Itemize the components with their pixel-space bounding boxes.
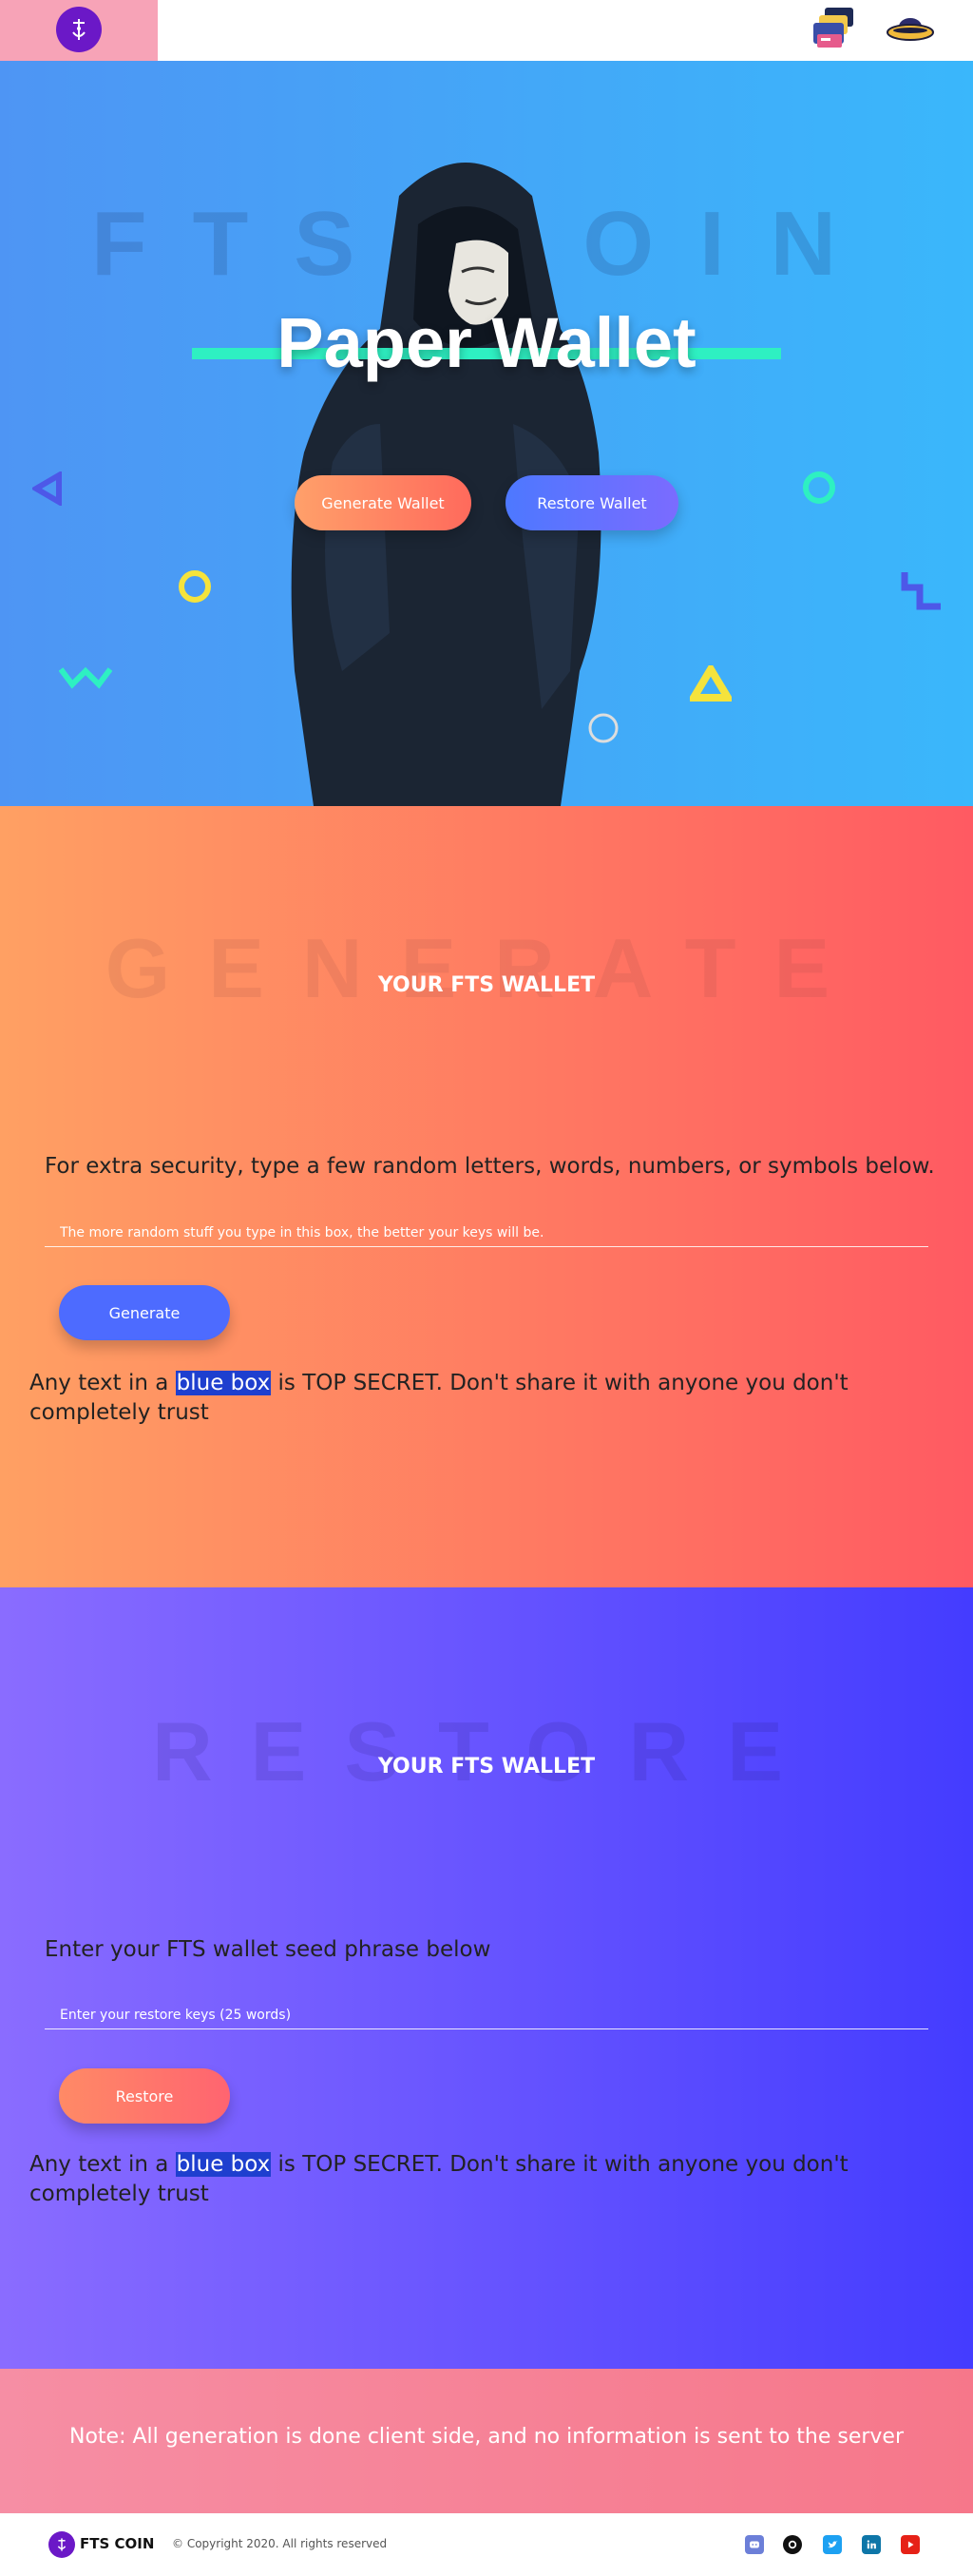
wallet-cards-icon[interactable]: [810, 6, 859, 53]
footer-logo-icon[interactable]: [48, 2531, 75, 2558]
github-icon[interactable]: [783, 2535, 802, 2554]
restore-section: RESTORE YOUR FTS WALLET Enter your FTS w…: [0, 1587, 973, 2369]
top-header: [0, 0, 973, 61]
ring-teal-shape: [803, 471, 835, 504]
restore-button[interactable]: Restore: [59, 2068, 230, 2124]
youtube-icon[interactable]: [901, 2535, 920, 2554]
generate-section: GENERATE YOUR FTS WALLET For extra secur…: [0, 806, 973, 1587]
restore-wallet-button[interactable]: Restore Wallet: [506, 475, 678, 530]
ufo-icon[interactable]: [886, 13, 935, 46]
generate-section-title: YOUR FTS WALLET: [377, 973, 596, 997]
warning-text-start: Any text in a: [29, 2152, 176, 2177]
generate-description: For extra security, type a few random le…: [45, 1154, 935, 1179]
blue-box-highlight: blue box: [175, 1371, 272, 1395]
footer: FTS COIN © Copyright 2020. All rights re…: [0, 2513, 973, 2576]
triangle-yellow-shape: [690, 665, 732, 702]
generate-wallet-button[interactable]: Generate Wallet: [295, 475, 471, 530]
discord-icon[interactable]: [745, 2535, 764, 2554]
twitter-icon[interactable]: [823, 2535, 842, 2554]
ring-yellow-shape: [179, 570, 211, 603]
random-entropy-input[interactable]: [45, 1219, 928, 1247]
fts-logo-icon[interactable]: [56, 7, 102, 52]
logo-area[interactable]: [0, 0, 158, 61]
copyright-text: © Copyright 2020. All rights reserved: [172, 2537, 388, 2550]
generate-button[interactable]: Generate: [59, 1285, 230, 1340]
hooded-figure-image: [291, 163, 619, 806]
linkedin-icon[interactable]: [862, 2535, 881, 2554]
restore-description: Enter your FTS wallet seed phrase below: [45, 1937, 491, 1962]
triangle-outline-shape: [32, 471, 62, 506]
restore-background-text: RESTORE: [152, 1704, 821, 1798]
hero-section: FTS COIN Paper Wallet Generate Wallet Re…: [0, 61, 973, 806]
warning-text-start: Any text in a: [29, 1371, 176, 1395]
footer-brand[interactable]: FTS COIN: [80, 2535, 154, 2552]
restore-section-title: YOUR FTS WALLET: [377, 1755, 596, 1778]
secret-warning: Any text in a blue box is TOP SECRET. Do…: [29, 1369, 885, 1428]
client-side-note: Note: All generation is done client side…: [0, 2369, 973, 2513]
note-text: Note: All generation is done client side…: [68, 2425, 905, 2449]
secret-warning: Any text in a blue box is TOP SECRET. Do…: [29, 2150, 885, 2209]
steps-shape: [901, 572, 941, 610]
seed-phrase-input[interactable]: [45, 2001, 928, 2029]
generate-background-text: GENERATE: [105, 921, 868, 1015]
page-title: Paper Wallet: [277, 303, 696, 382]
blue-box-highlight: blue box: [175, 2152, 272, 2177]
zigzag-shape: [59, 666, 112, 689]
